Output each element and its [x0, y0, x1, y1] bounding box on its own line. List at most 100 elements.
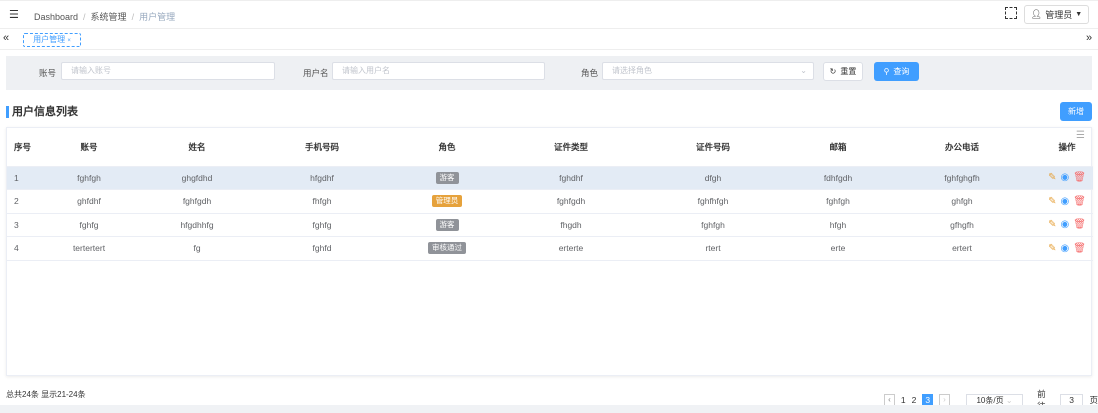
fullscreen-icon[interactable]: [1005, 7, 1017, 19]
query-button[interactable]: ⚲ 查询: [874, 62, 919, 81]
page-1[interactable]: 1: [901, 395, 906, 405]
scroll-right-icon[interactable]: »: [1086, 32, 1092, 44]
edit-icon[interactable]: ✎: [1048, 243, 1056, 254]
column-header: 账号: [43, 128, 135, 167]
role-badge: 游客: [435, 171, 459, 184]
query-label: 查询: [893, 67, 910, 76]
cell-name: fg: [135, 236, 259, 261]
cell-actions: ✎ ◉ 🗑︎: [1041, 236, 1093, 261]
bottom-bar: [0, 405, 1098, 413]
cell-id_type: fghdhf: [509, 166, 633, 190]
cell-id_type: erterte: [509, 236, 633, 261]
cell-phone: fghfd: [259, 236, 385, 261]
delete-icon[interactable]: 🗑︎: [1073, 196, 1086, 207]
chevron-down-icon: ⌄: [1005, 395, 1013, 405]
delete-icon[interactable]: 🗑︎: [1073, 219, 1086, 230]
breadcrumb: Dashboard / 系统管理 / 用户管理: [34, 12, 176, 22]
account-input[interactable]: 请输入账号: [61, 62, 275, 80]
cell-name: ghgfdhd: [135, 166, 259, 190]
breadcrumb-dashboard[interactable]: Dashboard: [34, 12, 78, 22]
edit-icon[interactable]: ✎: [1048, 196, 1056, 207]
cell-account: ghfdhf: [43, 189, 135, 214]
table-header: 序号 账号 姓名 手机号码 角色 证件类型 证件号码 邮箱 办公电话 操作: [7, 128, 1093, 167]
column-header: 证件号码: [633, 128, 793, 167]
role-select[interactable]: 请选择角色 ⌄: [602, 62, 814, 80]
cell-role: 游客: [385, 213, 509, 237]
column-header: 角色: [385, 128, 509, 167]
breadcrumb-system[interactable]: 系统管理: [91, 12, 127, 22]
username-input[interactable]: 请输入用户名: [332, 62, 545, 80]
cell-role: 游客: [385, 166, 509, 190]
tags-bar: « »: [0, 29, 1098, 50]
view-icon[interactable]: ◉: [1060, 172, 1069, 183]
role-badge: 审核通过: [428, 242, 466, 255]
total-summary: 总共24条 显示21-24条: [6, 390, 86, 399]
cell-account: fghfg: [43, 213, 135, 237]
breadcrumb-current: 用户管理: [139, 12, 176, 22]
scroll-left-icon[interactable]: «: [3, 32, 9, 44]
page-size-value: 10条/页: [976, 395, 1004, 405]
chevron-down-icon: ⌄: [800, 66, 807, 75]
table-row[interactable]: 2 ghfdhf fghfgdh fhfgh 管理员 fghfgdh fghfhfgh fgh…: [7, 189, 1093, 214]
view-icon[interactable]: ◉: [1060, 219, 1069, 230]
cell-no: 4: [7, 236, 43, 261]
cell-role: 审核通过: [385, 236, 509, 261]
view-icon[interactable]: ◉: [1060, 196, 1069, 207]
edit-icon[interactable]: ✎: [1048, 172, 1056, 183]
cell-no: 2: [7, 189, 43, 214]
column-header: 姓名: [135, 128, 259, 167]
user-dropdown[interactable]: 👤︎ 管理员 ▼: [1024, 5, 1089, 24]
reset-button[interactable]: ↻ 重置: [823, 62, 863, 81]
view-icon[interactable]: ◉: [1060, 243, 1069, 254]
tab-label: 用户管理: [33, 35, 66, 44]
cell-no: 3: [7, 213, 43, 237]
edit-icon[interactable]: ✎: [1048, 219, 1056, 230]
tab-close-icon[interactable]: ×: [67, 38, 71, 44]
cell-role: 管理员: [385, 189, 509, 214]
caret-down-icon: ▼: [1075, 11, 1083, 18]
user-table: ☰ 序号 账号 姓名 手机号码 角色 证件类型 证件号码 邮箱 办公电话 操作 1 fghfgh gh…: [6, 127, 1093, 376]
cell-phone: fhfgh: [259, 189, 385, 214]
list-title: 用户信息列表: [6, 106, 78, 118]
role-label: 角色: [581, 68, 599, 78]
table-row[interactable]: 1 fghfgh ghgfdhd hfgdhf 游客 fghdhf dfgh fdhfgdh f…: [7, 166, 1093, 190]
cell-email: fghfgh: [793, 189, 883, 214]
cell-phone: hfgdhf: [259, 166, 385, 190]
cell-id_no: fghfgh: [633, 213, 793, 237]
cell-id_type: fhgdh: [509, 213, 633, 237]
username-label: 用户名: [303, 68, 329, 78]
column-header: 邮箱: [793, 128, 883, 167]
column-header: 序号: [7, 128, 43, 167]
top-header: ☰ Dashboard / 系统管理 / 用户管理: [0, 0, 1098, 29]
menu-fold-icon[interactable]: ☰: [9, 8, 19, 21]
column-settings-icon[interactable]: ☰: [1076, 130, 1085, 141]
table-row[interactable]: 4 tertertert fg fghfd 审核通过 erterte rtert erte er…: [7, 236, 1093, 261]
cell-id_no: rtert: [633, 236, 793, 261]
cell-actions: ✎ ◉ 🗑︎: [1041, 166, 1093, 190]
tab-user-management[interactable]: 用户管理 ×: [23, 33, 81, 47]
user-name: 管理员: [1045, 10, 1073, 20]
cell-office: ertert: [883, 236, 1041, 261]
delete-icon[interactable]: 🗑︎: [1073, 172, 1086, 183]
cell-office: ghfgh: [883, 189, 1041, 214]
column-header: 操作: [1041, 128, 1093, 167]
cell-id_no: dfgh: [633, 166, 793, 190]
cell-no: 1: [7, 166, 43, 190]
cell-phone: fghfg: [259, 213, 385, 237]
cell-email: hfgh: [793, 213, 883, 237]
account-label: 账号: [39, 68, 57, 78]
add-button[interactable]: 新增: [1060, 102, 1092, 121]
reset-label: 重置: [840, 67, 857, 76]
table-row[interactable]: 3 fghfg hfgdhhfg fghfg 游客 fhgdh fghfgh hfgh gfhg…: [7, 213, 1093, 237]
column-header: 证件类型: [509, 128, 633, 167]
cell-actions: ✎ ◉ 🗑︎: [1041, 213, 1093, 237]
search-panel: 账号 请输入账号 用户名 请输入用户名 角色 请选择角色 ⌄ ↻ 重置 ⚲ 查询: [6, 56, 1092, 90]
cell-office: gfhgfh: [883, 213, 1041, 237]
delete-icon[interactable]: 🗑︎: [1073, 243, 1086, 254]
cell-id_type: fghfgdh: [509, 189, 633, 214]
user-icon: 👤︎: [1030, 9, 1043, 19]
column-header: 办公电话: [883, 128, 1041, 167]
column-header: 手机号码: [259, 128, 385, 167]
page-2[interactable]: 2: [912, 395, 917, 405]
cell-account: tertertert: [43, 236, 135, 261]
